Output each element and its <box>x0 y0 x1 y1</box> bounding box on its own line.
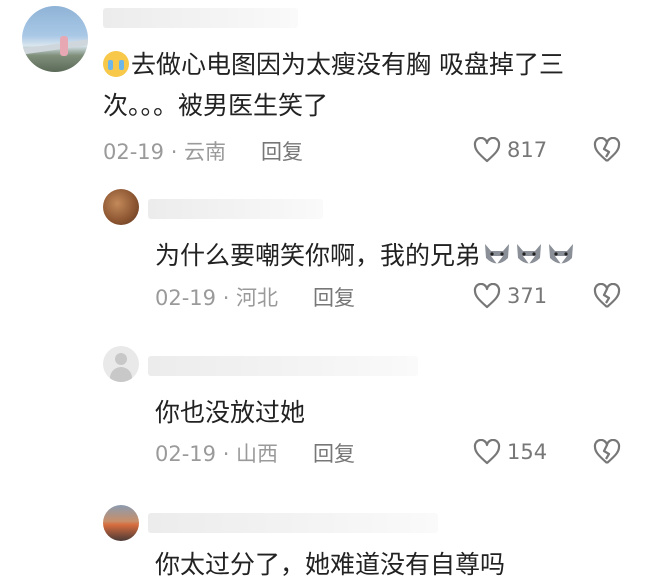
commenter-avatar[interactable] <box>22 6 88 72</box>
heart-icon <box>473 439 501 465</box>
comment-text-line: 去做心电图因为太瘦没有胸 吸盘掉了三 <box>131 50 564 79</box>
like-button[interactable]: 817 <box>473 137 547 163</box>
avatar-person-detail <box>60 36 68 56</box>
heart-icon <box>473 283 501 309</box>
blurred-username[interactable] <box>103 8 298 28</box>
blurred-username[interactable] <box>148 356 418 376</box>
like-button[interactable]: 371 <box>473 283 547 309</box>
avatar-rail-detail <box>22 39 88 55</box>
like-button[interactable]: 154 <box>473 439 547 465</box>
reply-button[interactable]: 回复 <box>313 285 355 311</box>
comment-text: 为什么要嘲笑你啊，我的兄弟 <box>155 237 635 275</box>
blurred-username[interactable] <box>148 199 323 219</box>
comment-date-location: 02-19 · 云南 <box>103 140 227 164</box>
wolf-face-emoji-icon <box>485 244 510 264</box>
heart-icon <box>473 137 501 163</box>
reply-button[interactable]: 回复 <box>313 441 355 467</box>
comment-text: 你也没放过她 <box>155 398 306 427</box>
dislike-broken-heart-icon[interactable] <box>593 137 621 163</box>
dislike-broken-heart-icon[interactable] <box>593 439 621 465</box>
comment-text: 去做心电图因为太瘦没有胸 吸盘掉了三 <box>103 46 633 84</box>
comment-text-line: 为什么要嘲笑你啊，我的兄弟 <box>155 241 481 270</box>
like-count: 817 <box>507 138 548 162</box>
comment-text-line: 次。。。被男医生笑了 <box>103 91 329 120</box>
dislike-broken-heart-icon[interactable] <box>593 283 621 309</box>
comment-text: 你太过分了，她难道没有自尊吗 <box>155 550 506 579</box>
commenter-avatar[interactable] <box>103 346 139 382</box>
commenter-avatar[interactable] <box>103 189 139 225</box>
like-count: 154 <box>507 440 548 464</box>
wolf-face-emoji-icon <box>549 244 574 264</box>
comment-date-location: 02-19 · 河北 <box>155 286 279 310</box>
like-count: 371 <box>507 284 548 308</box>
default-user-avatar-head <box>115 353 127 365</box>
crying-face-emoji-icon <box>103 51 129 77</box>
wolf-face-emoji-icon <box>517 244 542 264</box>
commenter-avatar[interactable] <box>103 505 139 541</box>
blurred-username[interactable] <box>148 513 438 533</box>
default-user-avatar-body <box>110 367 132 382</box>
comment-date-location: 02-19 · 山西 <box>155 442 279 466</box>
reply-button[interactable]: 回复 <box>261 139 303 165</box>
